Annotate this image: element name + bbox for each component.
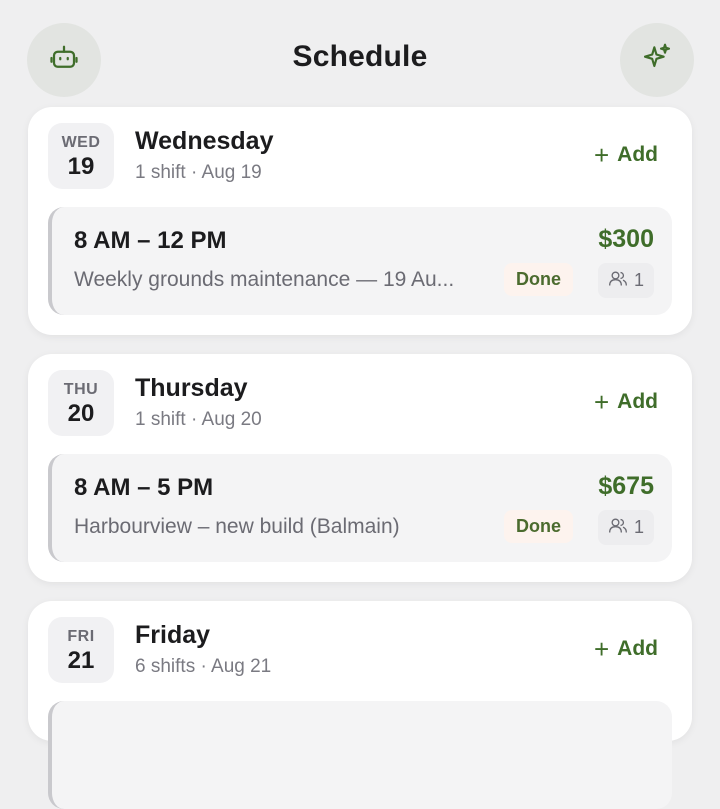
date-badge: FRI 21: [48, 617, 114, 683]
shift-price: $675: [598, 472, 654, 500]
shift-description: Weekly grounds maintenance — 19 Au...: [74, 268, 455, 291]
crew-count-value: 1: [633, 270, 644, 290]
day-of-week: WED: [61, 134, 101, 151]
day-name: Thursday: [135, 374, 248, 402]
add-shift-button[interactable]: + Add: [593, 634, 658, 664]
day-number: 19: [67, 153, 95, 180]
shift-time: 8 AM – 5 PM: [74, 474, 214, 501]
add-label: Add: [617, 390, 658, 413]
add-shift-button[interactable]: + Add: [593, 387, 658, 417]
date-badge: THU 20: [48, 370, 114, 436]
day-name: Wednesday: [135, 127, 274, 155]
plus-icon: +: [593, 140, 610, 170]
shift-card[interactable]: 8 AM – 12 PM $300 Weekly grounds mainten…: [48, 207, 672, 315]
ai-sparkles-button[interactable]: [620, 23, 694, 97]
day-of-week: THU: [63, 381, 99, 398]
app-header: Schedule: [0, 0, 720, 110]
shift-description: Harbourview – new build (Balmain): [74, 515, 400, 538]
day-card-wednesday: WED 19 Wednesday 1 shift · Aug 19 + Add …: [28, 107, 692, 335]
sparkles-icon: [641, 42, 673, 79]
day-card-thursday: THU 20 Thursday 1 shift · Aug 20 + Add 8…: [28, 354, 692, 582]
date-badge: WED 19: [48, 123, 114, 189]
day-card-friday: FRI 21 Friday 6 shifts · Aug 21 + Add: [28, 601, 692, 809]
day-number: 21: [67, 647, 95, 674]
crew-count-value: 1: [633, 517, 644, 537]
status-badge: Done: [504, 263, 573, 296]
page-title: Schedule: [292, 40, 428, 73]
shift-time: 8 AM – 12 PM: [74, 227, 227, 254]
day-summary: 6 shifts · Aug 21: [135, 656, 272, 677]
day-number: 20: [67, 400, 95, 427]
day-of-week: FRI: [67, 628, 95, 645]
plus-icon: +: [593, 387, 610, 417]
shift-card[interactable]: [48, 701, 672, 809]
day-summary: 1 shift · Aug 19: [135, 162, 262, 183]
day-summary: 1 shift · Aug 20: [135, 409, 262, 430]
crew-count: 1: [597, 510, 654, 545]
add-shift-button[interactable]: + Add: [593, 140, 658, 170]
add-label: Add: [617, 143, 658, 166]
add-label: Add: [617, 637, 658, 660]
plus-icon: +: [593, 634, 610, 664]
shift-card[interactable]: 8 AM – 5 PM $675 Harbourview – new build…: [48, 454, 672, 562]
status-badge: Done: [504, 510, 573, 543]
crew-count: 1: [597, 263, 654, 298]
people-icon: [608, 516, 628, 539]
people-icon: [608, 269, 628, 292]
day-name: Friday: [135, 621, 211, 649]
shift-price: $300: [598, 225, 654, 253]
